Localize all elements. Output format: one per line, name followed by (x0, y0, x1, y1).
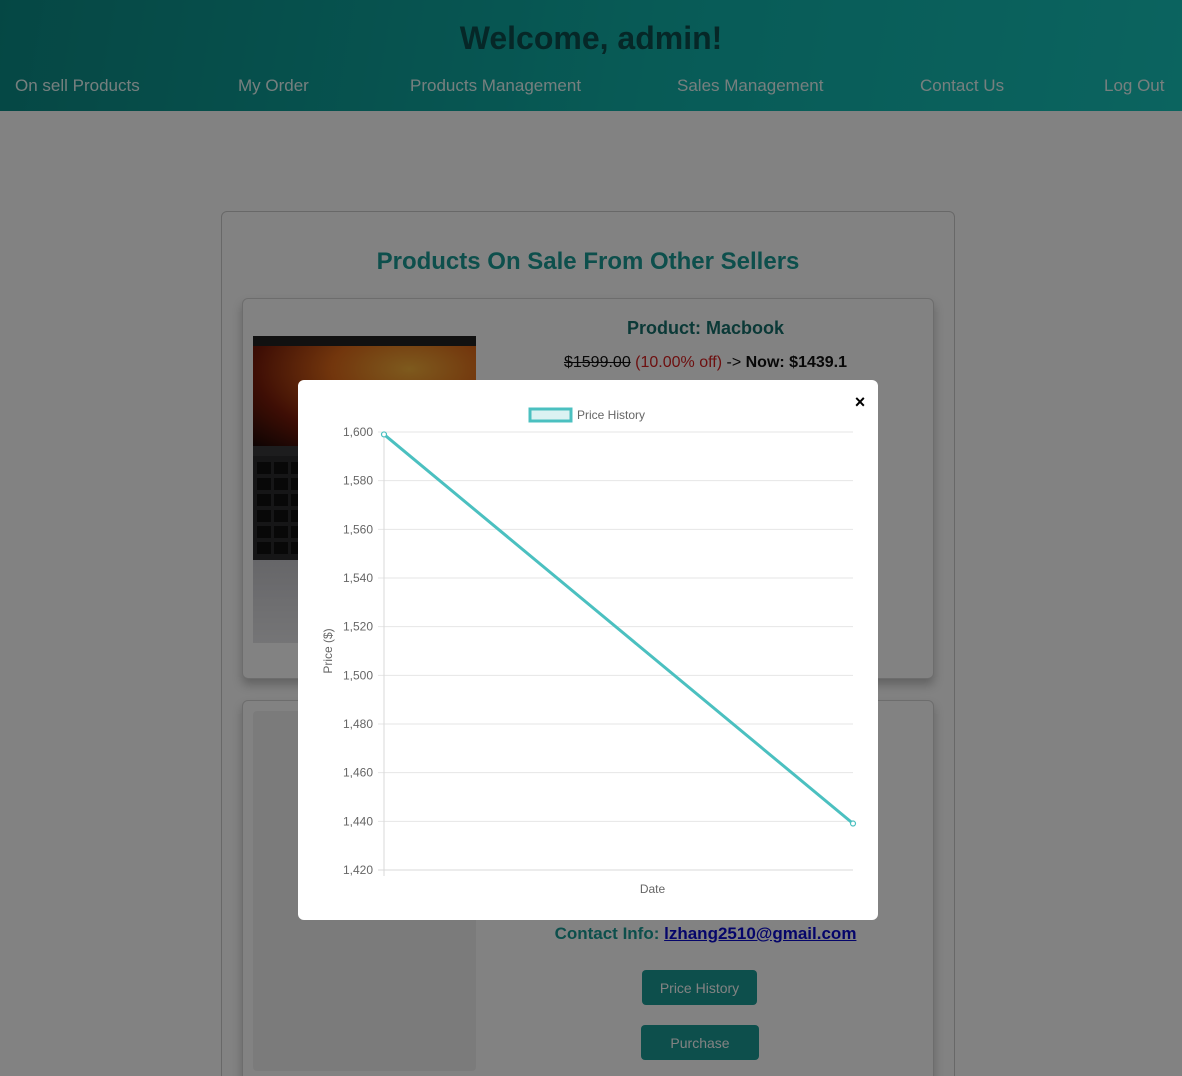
legend-swatch (528, 407, 573, 423)
data-point (380, 431, 388, 438)
y-tick-label: 1,580 (343, 474, 373, 488)
y-tick-label: 1,540 (343, 571, 373, 585)
y-tick-label: 1,460 (343, 766, 373, 780)
close-icon[interactable]: × (850, 392, 870, 412)
price-history-modal: 1,600 1,580 1,560 1,540 1,520 1,500 1,480 1,460… (298, 380, 878, 920)
x-axis-title: Date (640, 882, 666, 896)
y-tick-label: 1,480 (343, 717, 373, 731)
y-tick-label: 1,440 (343, 814, 373, 828)
y-tick-label: 1,420 (343, 863, 373, 877)
series-line (383, 433, 854, 825)
y-axis-title: Price ($) (321, 628, 335, 673)
y-tick-label: 1,600 (343, 425, 373, 439)
y-tick-label: 1,500 (343, 668, 373, 682)
data-point (849, 820, 857, 827)
price-history-chart: 1,600 1,580 1,560 1,540 1,520 1,500 1,480 1,460… (321, 407, 857, 896)
y-tick-label: 1,520 (343, 620, 373, 634)
legend-label: Price History (577, 408, 645, 422)
y-tick-label: 1,560 (343, 522, 373, 536)
